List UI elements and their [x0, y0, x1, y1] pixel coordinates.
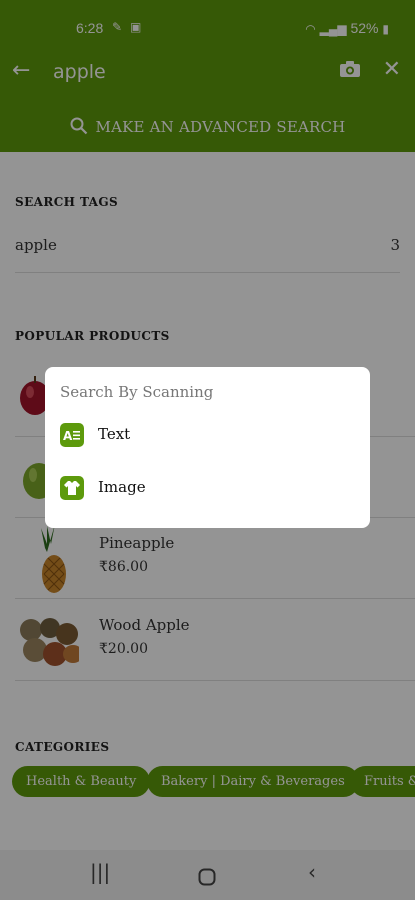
scan-text-label: Text — [98, 425, 131, 443]
scan-image-option[interactable]: Image — [60, 468, 350, 508]
scan-text-option[interactable]: A Text — [60, 415, 350, 455]
shirt-icon — [60, 476, 84, 500]
scan-dialog: Search By Scanning A Text Image — [45, 367, 370, 528]
text-scan-icon: A — [60, 423, 84, 447]
svg-text:A: A — [63, 429, 73, 443]
dialog-title: Search By Scanning — [60, 383, 214, 401]
scan-image-label: Image — [98, 478, 146, 496]
